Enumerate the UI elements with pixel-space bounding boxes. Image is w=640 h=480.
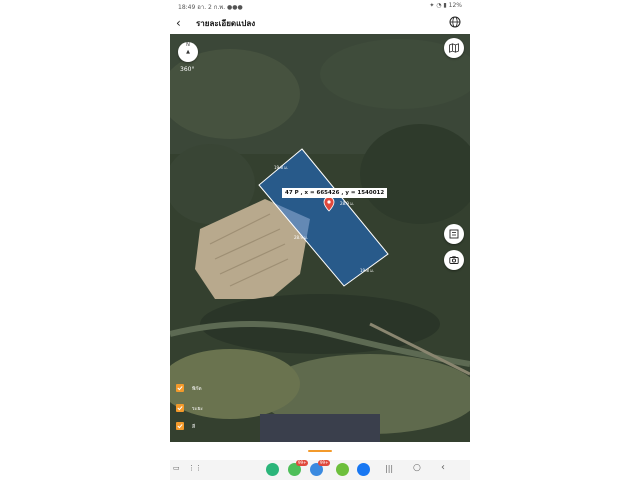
- rotation-label: 360°: [180, 66, 195, 73]
- back-nav-icon[interactable]: ‹: [441, 462, 445, 473]
- home-icon[interactable]: ○: [413, 463, 421, 473]
- check-icon: [177, 406, 183, 411]
- status-bar: 18:49 อา. 2 ก.พ. ●●● ✦ ◔ ▮ 12%: [170, 0, 470, 12]
- status-right: ✦ ◔ ▮ 12%: [429, 2, 462, 9]
- checkbox[interactable]: [176, 384, 184, 392]
- measure-button[interactable]: [444, 224, 464, 244]
- check-icon: [177, 386, 183, 391]
- checkbox[interactable]: [176, 404, 184, 412]
- notification-badge: 99+: [318, 460, 331, 466]
- app-bar: ‹ รายละเอียดแปลง: [170, 12, 470, 34]
- layer-label: สี: [192, 424, 196, 430]
- camera-button[interactable]: [444, 250, 464, 270]
- app-shortcut-chat[interactable]: 99+: [310, 460, 331, 476]
- layer-label: ระยะ: [192, 406, 203, 412]
- navigation-bar: ▭ ⋮⋮ 99+ 99+ ||| ○ ‹: [170, 460, 470, 480]
- layer-label: พิกัด: [192, 386, 202, 392]
- back-arrow-icon[interactable]: ‹: [176, 15, 181, 31]
- edge-label-left: 28.9 ม.: [294, 235, 309, 240]
- edge-label-right: 28.9 ม.: [340, 201, 355, 206]
- coordinate-label: 47 P , x = 665426 , y = 1540012: [282, 188, 388, 198]
- checkbox[interactable]: [176, 422, 184, 430]
- camera-icon: [449, 256, 459, 264]
- app-shortcut-phone[interactable]: [266, 463, 279, 476]
- phone-screen: 18:49 อา. 2 ก.พ. ●●● ✦ ◔ ▮ 12% ‹ รายละเอ…: [170, 0, 470, 480]
- compass-icon[interactable]: N ▲: [178, 42, 198, 62]
- check-icon: [177, 424, 183, 429]
- edge-label-bottom: 19.8 ม.: [360, 268, 375, 273]
- edge-label-top: 19.8 ม.: [274, 165, 289, 170]
- map-type-icon: [449, 43, 459, 53]
- app-grid-icon[interactable]: ⋮⋮: [188, 464, 202, 472]
- map-type-button[interactable]: [444, 38, 464, 58]
- globe-icon[interactable]: [448, 15, 462, 29]
- satellite-map[interactable]: N ▲ 360° 47 P , x = 665426 , y = 1540012 …: [170, 34, 470, 442]
- notification-badge: 99+: [296, 460, 309, 466]
- app-shortcut-messages[interactable]: 99+: [288, 460, 309, 476]
- status-time: 18:49 อา. 2 ก.พ. ●●●: [178, 4, 243, 11]
- sheet-handle[interactable]: [308, 450, 332, 452]
- satellite-imagery: [170, 34, 470, 442]
- page-title: รายละเอียดแปลง: [196, 19, 256, 28]
- bottom-sheet[interactable]: [170, 442, 470, 462]
- sidebar-icon[interactable]: ▭: [173, 464, 180, 472]
- recents-icon[interactable]: |||: [385, 464, 393, 473]
- app-shortcut-facebook[interactable]: [357, 463, 370, 476]
- app-shortcut-apps[interactable]: [336, 463, 349, 476]
- ruler-icon: [449, 229, 459, 239]
